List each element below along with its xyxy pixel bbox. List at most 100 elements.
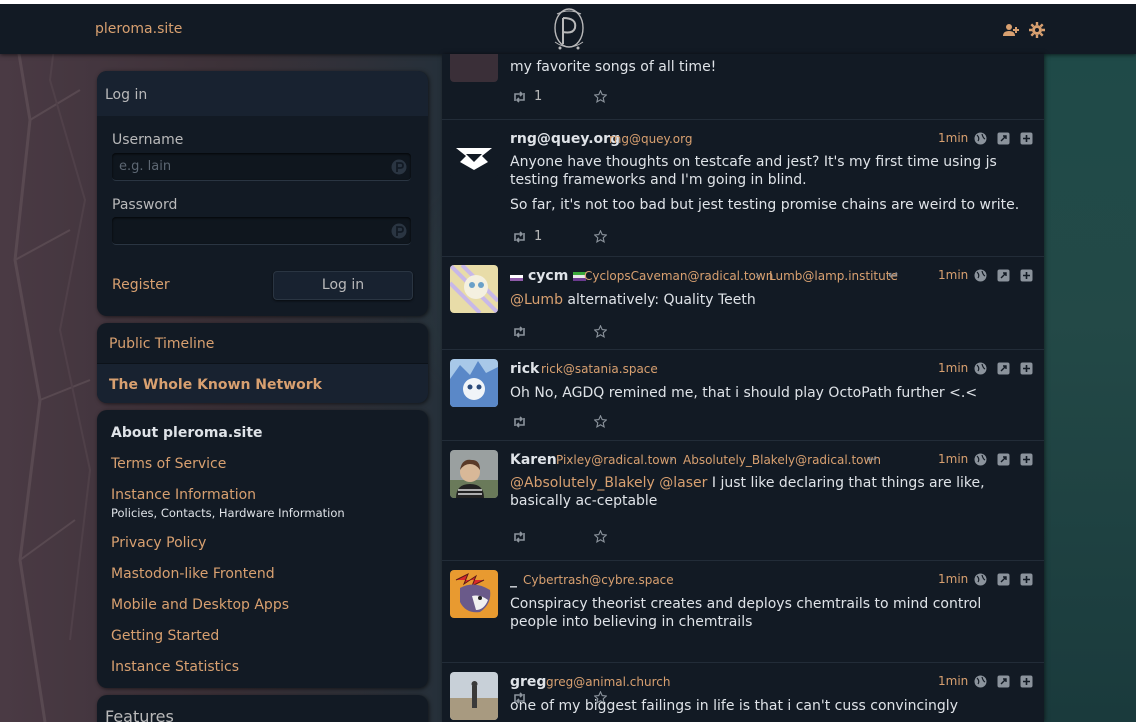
avatar[interactable] [450,672,498,720]
register-link[interactable]: Register [112,277,170,293]
status-item[interactable]: cycm CyclopsCaveman@radical.town › Lumb@… [442,257,1044,350]
globe-icon [974,573,987,586]
mention-link[interactable]: @Absolutely_Blakely @laser [510,475,707,491]
status-item[interactable]: rng@quey.org rng@quey.org 1min Anyone ha… [442,120,1044,257]
retweet-count: 1 [534,229,543,244]
status-timestamp[interactable]: 1min [938,452,968,466]
about-panel: About pleroma.site Terms of Service Inst… [97,410,428,688]
star-icon[interactable] [594,530,607,543]
status-author-handle[interactable]: rick@satania.space [541,362,658,376]
flag-icon [510,271,523,281]
globe-icon [974,269,987,282]
avatar[interactable] [450,265,498,313]
globe-icon [974,132,987,145]
background-sky [1044,54,1136,722]
status-timestamp[interactable]: 1min [938,572,968,586]
globe-icon [974,675,987,688]
reply-to-handle[interactable]: Lumb@lamp.institute [769,269,898,283]
retweet-icon[interactable] [512,325,527,338]
user-plus-icon[interactable] [1003,22,1019,38]
avatar[interactable] [450,570,498,618]
mobile-desktop-apps-link[interactable]: Mobile and Desktop Apps [111,597,289,613]
status-content: So far, it's not too bad but jest testin… [510,197,1020,213]
external-link-icon[interactable] [997,269,1010,282]
retweet-icon[interactable] [512,230,527,243]
gear-icon[interactable] [1029,22,1045,38]
status-author-handle[interactable]: Cybertrash@cybre.space [523,573,674,587]
username-placeholder: e.g. lain [119,159,172,174]
password-field[interactable] [112,217,411,245]
external-link-icon[interactable] [997,675,1010,688]
instance-statistics-link[interactable]: Instance Statistics [111,659,239,675]
status-author-name[interactable]: greg [510,674,546,690]
privacy-policy-link[interactable]: Privacy Policy [111,535,206,551]
password-manager-icon [391,159,407,175]
star-icon[interactable] [594,415,607,428]
expand-icon[interactable] [1020,675,1033,688]
login-panel-title: Log in [97,71,428,116]
external-link-icon[interactable] [997,453,1010,466]
status-item[interactable]: rick rick@satania.space 1min Oh No, AGDQ… [442,350,1044,441]
status-author-handle[interactable]: rng@quey.org [609,132,692,146]
status-timestamp[interactable]: 1min [938,131,968,145]
star-icon[interactable] [594,90,607,103]
nav-whole-known-network[interactable]: The Whole Known Network [97,363,428,403]
instance-information-link[interactable]: Instance Information [111,487,256,503]
status-timestamp[interactable]: 1min [938,674,968,688]
retweet-icon[interactable] [512,415,527,428]
expand-icon[interactable] [1020,573,1033,586]
reply-icon: ↩ [888,268,899,282]
features-title: Features [105,707,174,722]
nav-public-timeline[interactable]: Public Timeline [97,323,428,363]
site-name-link[interactable]: pleroma.site [95,21,182,37]
status-author-name[interactable]: rick [510,361,539,377]
retweet-icon[interactable] [512,530,527,543]
expand-icon[interactable] [1020,132,1033,145]
password-manager-icon [391,223,407,239]
status-item[interactable]: _ Cybertrash@cybre.space 1min Conspiracy… [442,561,1044,663]
username-label: Username [112,132,184,148]
status-timestamp[interactable]: 1min [938,361,968,375]
mastodon-frontend-link[interactable]: Mastodon-like Frontend [111,566,275,582]
status-author-name[interactable]: Karen [510,452,557,468]
status-author-name[interactable]: cycm [510,268,587,284]
expand-icon[interactable] [1020,269,1033,282]
features-panel: Features [97,695,428,722]
expand-icon[interactable] [1020,453,1033,466]
terms-of-service-link[interactable]: Terms of Service [111,456,226,472]
status-author-name[interactable]: rng@quey.org [510,131,620,147]
status-author-name[interactable]: _ [510,572,517,588]
mention-link[interactable]: @Lumb [510,292,563,308]
avatar[interactable] [450,130,498,178]
status-item[interactable]: greg greg@animal.church 1min one of my b… [442,663,1044,722]
timeline: my favorite songs of all time! 1 rng@que… [442,54,1044,722]
external-link-icon[interactable] [997,362,1010,375]
avatar[interactable] [450,450,498,498]
star-icon[interactable] [594,230,607,243]
getting-started-link[interactable]: Getting Started [111,628,219,644]
expand-icon[interactable] [1020,362,1033,375]
status-author-handle[interactable]: Pixley@radical.town [556,453,677,467]
avatar[interactable] [450,359,498,407]
status-content: one of my biggest failings in life is th… [510,698,958,714]
username-field[interactable]: e.g. lain [112,153,411,181]
status-author-handle[interactable]: CyclopsCaveman@radical.town [584,269,773,283]
status-content: @Lumb alternatively: Quality Teeth [510,292,756,308]
external-link-icon[interactable] [997,132,1010,145]
timeline-nav-panel: Public Timeline The Whole Known Network [97,323,428,403]
status-content: my favorite songs of all time! [510,59,717,75]
avatar[interactable] [450,54,498,82]
status-timestamp[interactable]: 1min [938,268,968,282]
about-title: About pleroma.site [111,425,263,441]
pleroma-logo-icon[interactable] [549,6,589,54]
status-content: @Absolutely_Blakely @laser I just like d… [510,475,985,509]
reply-to-handle[interactable]: Absolutely_Blakely@radical.town [683,453,881,467]
login-button[interactable]: Log in [273,271,413,300]
retweet-icon[interactable] [512,90,527,103]
star-icon[interactable] [594,325,607,338]
external-link-icon[interactable] [997,573,1010,586]
status-author-handle[interactable]: greg@animal.church [546,675,670,689]
globe-icon [974,362,987,375]
status-item[interactable]: Karen Pixley@radical.town › Absolutely_B… [442,441,1044,561]
status-item[interactable]: my favorite songs of all time! 1 [442,54,1044,120]
